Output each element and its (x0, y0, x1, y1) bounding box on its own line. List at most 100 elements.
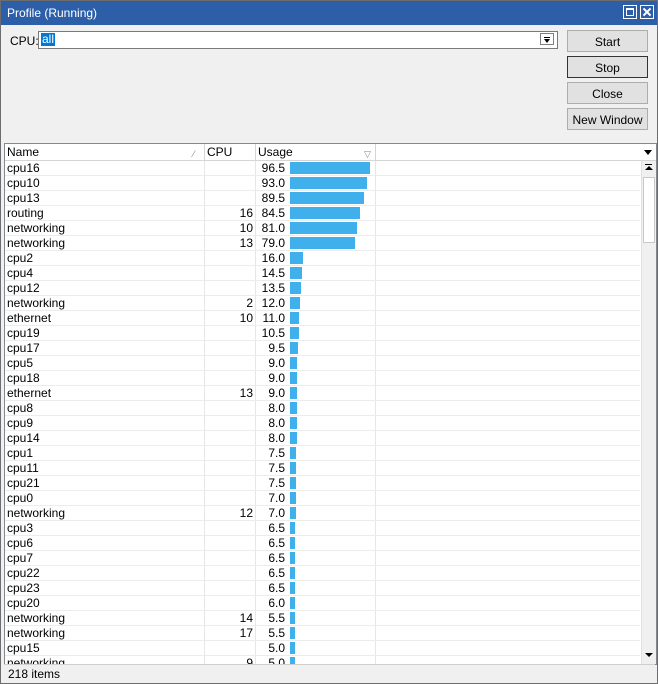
title-bar[interactable]: Profile (Running) (1, 1, 657, 25)
cpu-filter-value[interactable]: all (41, 33, 56, 46)
usage-bar (290, 537, 295, 549)
usage-bar (290, 477, 296, 489)
table-row[interactable]: ethernet 13 9.0 (5, 386, 640, 401)
close-icon[interactable] (640, 5, 654, 19)
scroll-up-icon[interactable] (642, 161, 656, 176)
row-name: networking (7, 296, 66, 310)
usage-bar (290, 312, 299, 324)
usage-bar (290, 327, 299, 339)
item-count: 218 items (8, 667, 61, 681)
row-cpu: 10 (239, 221, 253, 235)
table-row[interactable]: cpu19 10.5 (5, 326, 640, 341)
table-row[interactable]: networking 13 79.0 (5, 236, 640, 251)
table-row[interactable]: cpu21 7.5 (5, 476, 640, 491)
table-row[interactable]: networking 12 7.0 (5, 506, 640, 521)
scroll-down-icon[interactable] (642, 648, 656, 663)
table-row[interactable]: cpu13 89.5 (5, 191, 640, 206)
row-name: cpu7 (7, 551, 34, 565)
row-name: cpu4 (7, 266, 34, 280)
table-row[interactable]: cpu1 7.5 (5, 446, 640, 461)
row-name: networking (7, 656, 66, 664)
usage-bar (290, 357, 297, 369)
row-cpu: 10 (239, 311, 253, 325)
table-row[interactable]: routing 16 84.5 (5, 206, 640, 221)
row-usage: 84.5 (261, 206, 285, 220)
usage-bar (290, 552, 295, 564)
table-row[interactable]: cpu7 6.5 (5, 551, 640, 566)
table-row[interactable]: cpu4 14.5 (5, 266, 640, 281)
row-cpu: 13 (239, 236, 253, 250)
start-button[interactable]: Start (567, 30, 648, 52)
table-row[interactable]: cpu5 9.0 (5, 356, 640, 371)
table-row[interactable]: networking 14 5.5 (5, 611, 640, 626)
cpu-filter-label: CPU: (10, 34, 39, 48)
table-row[interactable]: cpu0 7.0 (5, 491, 640, 506)
row-cpu: 2 (246, 296, 253, 310)
table-row[interactable]: networking 2 12.0 (5, 296, 640, 311)
row-cpu: 13 (239, 386, 253, 400)
table-row[interactable]: cpu16 96.5 (5, 161, 640, 176)
table-row[interactable]: cpu23 6.5 (5, 581, 640, 596)
table-row[interactable]: networking 9 5.0 (5, 656, 640, 664)
row-usage: 81.0 (261, 221, 285, 235)
vertical-scrollbar[interactable] (641, 161, 656, 664)
column-header-empty (376, 144, 641, 160)
table-row[interactable]: networking 10 81.0 (5, 221, 640, 236)
table-row[interactable]: cpu10 93.0 (5, 176, 640, 191)
cpu-filter-select[interactable]: all (38, 31, 558, 49)
dropdown-arrow-icon[interactable] (540, 33, 554, 45)
profile-table: Name ⁄ CPU Usage ▽ cpu16 96.5 cpu10 93.0 cpu… (4, 143, 657, 665)
row-usage: 5.5 (268, 626, 285, 640)
scroll-thumb[interactable] (643, 177, 655, 243)
row-usage: 7.0 (268, 491, 285, 505)
maximize-icon[interactable] (623, 5, 637, 19)
row-name: cpu18 (7, 371, 40, 385)
table-row[interactable]: ethernet 10 11.0 (5, 311, 640, 326)
column-menu-icon[interactable] (641, 144, 656, 160)
table-row[interactable]: cpu20 6.0 (5, 596, 640, 611)
row-name: ethernet (7, 311, 52, 325)
row-cpu: 17 (239, 626, 253, 640)
row-name: cpu11 (7, 461, 39, 475)
row-name: cpu21 (7, 476, 40, 490)
table-row[interactable]: networking 17 5.5 (5, 626, 640, 641)
row-cpu: 9 (246, 656, 253, 664)
usage-bar (290, 492, 296, 504)
column-header-cpu[interactable]: CPU (205, 144, 256, 160)
row-usage: 5.0 (268, 656, 285, 664)
table-row[interactable]: cpu3 6.5 (5, 521, 640, 536)
usage-bar (290, 597, 295, 609)
column-header-usage[interactable]: Usage ▽ (256, 144, 376, 160)
row-usage: 93.0 (261, 176, 285, 190)
table-row[interactable]: cpu11 7.5 (5, 461, 640, 476)
usage-bar (290, 642, 295, 654)
row-usage: 9.0 (268, 356, 285, 370)
row-usage: 10.5 (261, 326, 285, 340)
table-row[interactable]: cpu22 6.5 (5, 566, 640, 581)
row-name: cpu10 (7, 176, 40, 190)
close-button[interactable]: Close (567, 82, 648, 104)
usage-bar (290, 387, 297, 399)
table-row[interactable]: cpu9 8.0 (5, 416, 640, 431)
table-row[interactable]: cpu18 9.0 (5, 371, 640, 386)
table-row[interactable]: cpu15 5.0 (5, 641, 640, 656)
table-row[interactable]: cpu12 13.5 (5, 281, 640, 296)
table-row[interactable]: cpu17 9.5 (5, 341, 640, 356)
column-header-name[interactable]: Name ⁄ (5, 144, 205, 160)
new-window-button[interactable]: New Window (567, 108, 648, 130)
stop-button[interactable]: Stop (567, 56, 648, 78)
table-row[interactable]: cpu6 6.5 (5, 536, 640, 551)
row-cpu: 12 (239, 506, 253, 520)
row-usage: 9.0 (268, 371, 285, 385)
row-name: cpu19 (7, 326, 40, 340)
row-name: cpu1 (7, 446, 34, 460)
usage-bar (290, 582, 295, 594)
row-name: ethernet (7, 386, 52, 400)
row-usage: 11.0 (262, 311, 285, 325)
table-body[interactable]: cpu16 96.5 cpu10 93.0 cpu13 89.5 routing 16 84.5… (5, 161, 640, 664)
usage-bar (290, 522, 295, 534)
table-row[interactable]: cpu2 16.0 (5, 251, 640, 266)
table-row[interactable]: cpu14 8.0 (5, 431, 640, 446)
table-row[interactable]: cpu8 8.0 (5, 401, 640, 416)
row-usage: 5.5 (268, 611, 285, 625)
